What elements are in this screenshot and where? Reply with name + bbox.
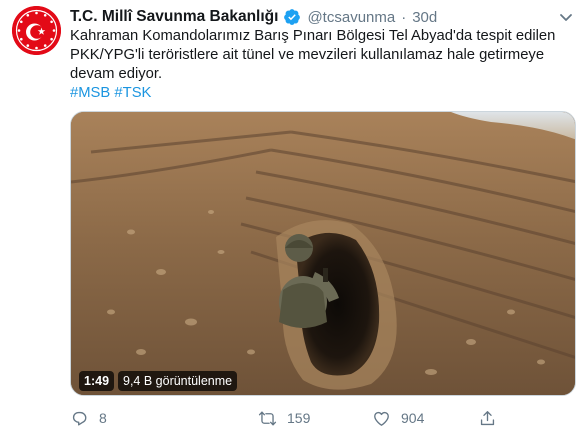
hashtag-msb[interactable]: #MSB — [70, 85, 110, 101]
retweet-icon — [258, 410, 277, 426]
share-icon — [480, 410, 495, 425]
tweet-text-line: PKK/YPG'li teröristlere ait tünel ve mev… — [70, 47, 545, 63]
video-duration-badge: 1:49 — [79, 371, 115, 391]
retweet-button[interactable]: 159 — [258, 405, 310, 431]
tweet-timestamp[interactable]: 30d — [412, 9, 437, 26]
tweet-actions: 8 159 904 — [70, 405, 540, 431]
video-view-count-badge: 9,4 B görüntülenme — [118, 371, 238, 391]
tweet-text: Kahraman Komandolarımız Barış Pınarı Böl… — [70, 27, 575, 103]
share-button[interactable] — [478, 405, 497, 431]
hashtag-list: #MSB #TSK — [70, 84, 575, 103]
tweet-header: T.C. Millî Savunma Bakanlığı @tcsavunma … — [70, 6, 437, 28]
reply-count: 8 — [99, 410, 107, 426]
like-button[interactable]: 904 — [372, 405, 424, 431]
verified-badge-icon — [283, 8, 301, 26]
video-player[interactable]: 1:49 9,4 B görüntülenme — [70, 111, 576, 396]
tweet-text-line: Kahraman Komandolarımız Barış Pınarı Böl… — [70, 28, 556, 44]
user-handle[interactable]: @tcsavunma — [307, 9, 395, 26]
retweet-count: 159 — [287, 410, 311, 426]
hashtag-tsk[interactable]: #TSK — [114, 85, 151, 101]
avatar[interactable] — [12, 6, 61, 55]
chevron-down-icon[interactable] — [558, 9, 574, 25]
tweet-text-line: devam ediyor. — [70, 66, 163, 82]
like-count: 904 — [401, 410, 425, 426]
reply-button[interactable]: 8 — [70, 405, 107, 431]
heart-icon — [374, 411, 389, 426]
reply-icon — [72, 411, 87, 426]
separator-dot: · — [401, 8, 407, 26]
display-name[interactable]: T.C. Millî Savunma Bakanlığı — [70, 8, 278, 26]
tweet[interactable]: T.C. Millî Savunma Bakanlığı @tcsavunma … — [0, 0, 586, 443]
turkish-flag-star-crescent-emblem-icon — [12, 6, 61, 55]
video-thumbnail — [71, 112, 575, 395]
